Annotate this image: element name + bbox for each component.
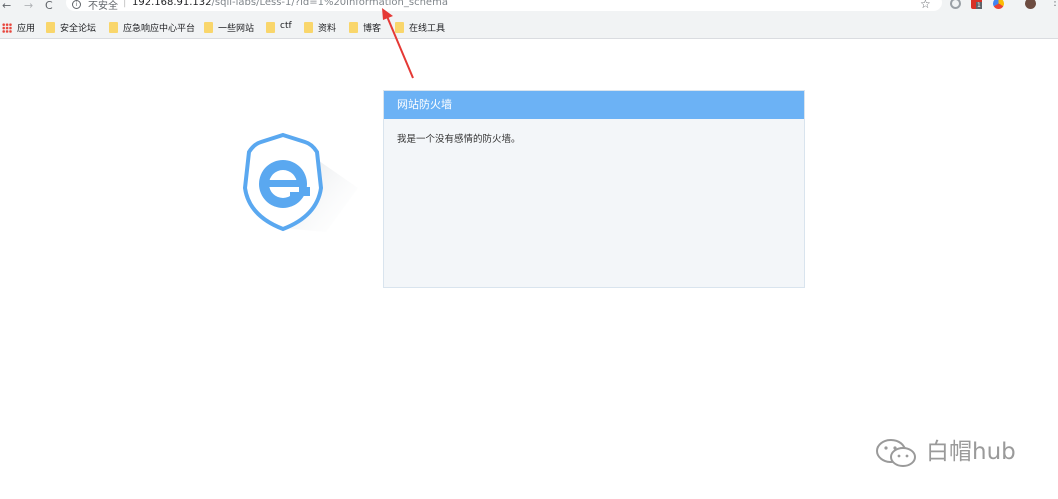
wechat-icon xyxy=(876,439,916,467)
shield-e-logo-icon xyxy=(242,132,358,232)
bookmark-label: 应急响应中心平台 xyxy=(123,24,196,34)
extension-circle-icon[interactable] xyxy=(950,0,961,9)
extension-badge: 1 xyxy=(976,2,982,9)
bookmark-label: ctf xyxy=(280,21,292,31)
back-arrow-icon[interactable]: ← xyxy=(2,0,11,12)
security-label: 不安全 xyxy=(88,1,118,12)
folder-icon xyxy=(349,22,358,33)
folder-icon xyxy=(109,22,118,33)
firewall-title: 网站防火墙 xyxy=(384,91,804,119)
bookmarks-bar: 应用 安全论坛 应急响应中心平台 一些网站 ctf 资料 博客 在线工具 xyxy=(0,17,1058,39)
url-text[interactable]: 192.168.91.132/sqli-labs/Less-1/?id=1%20… xyxy=(132,0,448,8)
extension-colorful-icon[interactable] xyxy=(993,0,1004,9)
folder-icon xyxy=(46,22,55,33)
bookmark-label: 一些网站 xyxy=(218,24,255,34)
apps-grid-icon[interactable] xyxy=(2,23,12,33)
folder-icon xyxy=(266,22,275,33)
folder-icon xyxy=(204,22,213,33)
reload-icon[interactable]: C xyxy=(45,0,53,12)
apps-label[interactable]: 应用 xyxy=(17,21,35,34)
url-path: /sqli-labs/Less-1/?id=1%20information_sc… xyxy=(211,0,448,8)
annotation-arrow-icon xyxy=(382,8,414,79)
bookmark-label: 资料 xyxy=(318,24,337,34)
bookmark-label: 安全论坛 xyxy=(60,24,97,34)
firewall-message: 我是一个没有感情的防火墙。 xyxy=(397,134,521,145)
bookmark-star-icon[interactable]: ☆ xyxy=(920,0,931,11)
url-separator: | xyxy=(123,0,127,8)
menu-dots-icon[interactable]: ⋮ xyxy=(1050,0,1058,8)
folder-icon xyxy=(304,22,313,33)
watermark-text: 白帽hub xyxy=(926,439,1016,465)
url-host: 192.168.91.132 xyxy=(132,0,212,8)
browser-toolbar: ← → C i 不安全 | 192.168.91.132/sqli-labs/L… xyxy=(0,0,1058,17)
extension-red-icon[interactable]: 1 xyxy=(971,0,982,9)
forward-arrow-icon[interactable]: → xyxy=(24,0,33,12)
info-icon[interactable]: i xyxy=(72,0,81,9)
firewall-panel: 网站防火墙 我是一个没有感情的防火墙。 xyxy=(383,90,805,288)
profile-avatar[interactable] xyxy=(1025,0,1036,9)
